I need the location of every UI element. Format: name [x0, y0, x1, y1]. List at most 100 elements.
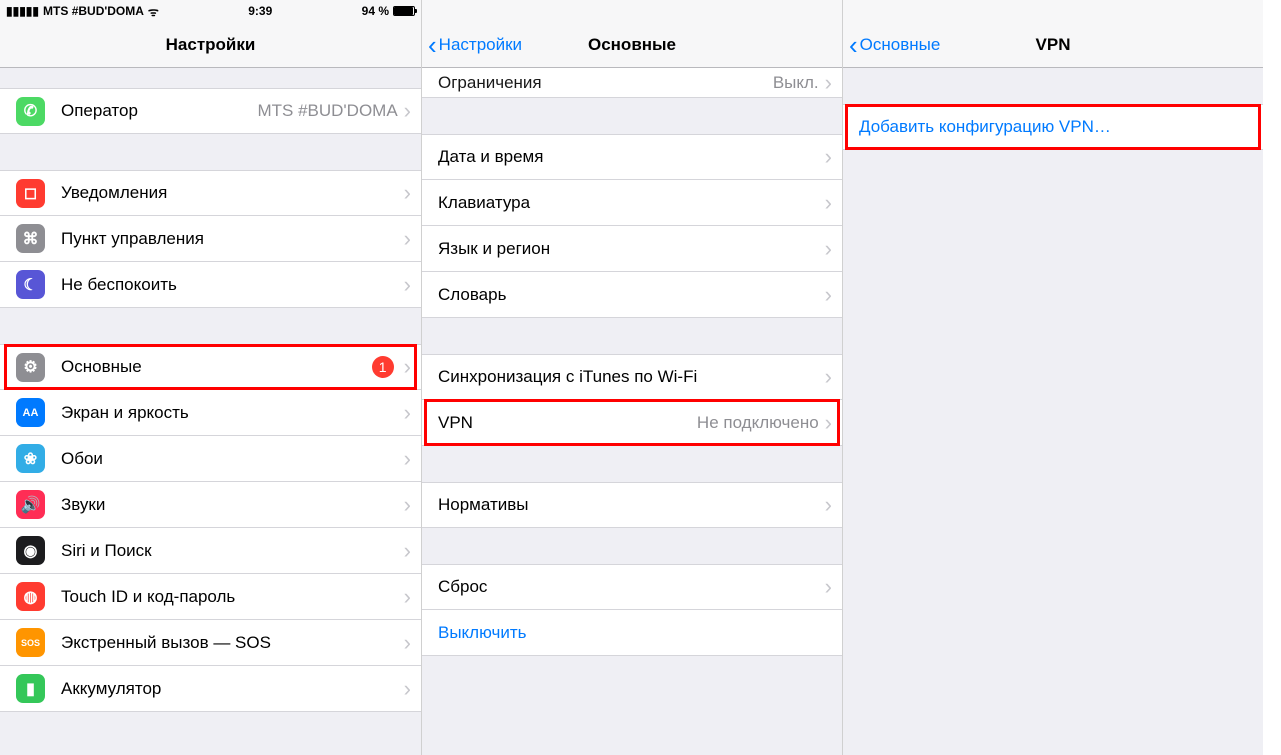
chevron-right-icon: › — [825, 70, 832, 96]
general-icon: ⚙ — [16, 353, 45, 382]
settings-row[interactable]: SOS Экстренный вызов — SOS› — [0, 620, 421, 666]
settings-row[interactable]: ☾ Не беспокоить› — [0, 262, 421, 308]
cell-label: Выключить — [438, 623, 832, 643]
settings-row[interactable]: AA Экран и яркость› — [0, 390, 421, 436]
phone-icon: ✆ — [16, 97, 45, 126]
settings-row[interactable]: VPNНе подключено › — [422, 400, 842, 446]
chevron-right-icon: › — [825, 492, 832, 518]
general-pane: ‹ Настройки Основные Ограничения Выкл. ›… — [421, 0, 842, 755]
chevron-right-icon: › — [825, 144, 832, 170]
settings-row[interactable]: 🔊 Звуки› — [0, 482, 421, 528]
signal-icon: ▮▮▮▮▮ — [6, 4, 39, 18]
battery-icon: ▮ — [16, 674, 45, 703]
settings-row[interactable]: ▮ Аккумулятор› — [0, 666, 421, 712]
vpn-pane: ‹ Основные VPN Добавить конфигурацию VPN… — [842, 0, 1263, 755]
settings-row[interactable]: ◻ Уведомления› — [0, 170, 421, 216]
cell-label: Синхронизация с iTunes по Wi-Fi — [438, 367, 825, 387]
settings-row[interactable]: Синхронизация с iTunes по Wi-Fi› — [422, 354, 842, 400]
chevron-right-icon: › — [404, 272, 411, 298]
chevron-right-icon: › — [404, 492, 411, 518]
carrier-text: MTS #BUD'DOMA — [43, 4, 144, 18]
clock: 9:39 — [159, 4, 362, 18]
display-icon: AA — [16, 398, 45, 427]
chevron-right-icon: › — [825, 574, 832, 600]
settings-row[interactable]: Сброс› — [422, 564, 842, 610]
battery-icon — [393, 6, 415, 16]
notification-badge: 1 — [372, 356, 394, 378]
cell-detail: Не подключено — [697, 413, 819, 433]
cell-label: Ограничения — [438, 73, 773, 93]
cell-label: Экстренный вызов — SOS — [61, 633, 404, 653]
cell-label: Не беспокоить — [61, 275, 404, 295]
settings-row[interactable]: Словарь› — [422, 272, 842, 318]
settings-row[interactable]: Выключить› — [422, 610, 842, 656]
cell-label: Обои — [61, 449, 404, 469]
settings-row[interactable]: Нормативы› — [422, 482, 842, 528]
status-bar: ▮▮▮▮▮ MTS #BUD'DOMA ᯤ 9:39 94 % — [0, 0, 421, 22]
row-restrictions-cut[interactable]: Ограничения Выкл. › — [422, 68, 842, 98]
chevron-right-icon: › — [404, 538, 411, 564]
chevron-right-icon: › — [825, 282, 832, 308]
chevron-right-icon: › — [825, 190, 832, 216]
sounds-icon: 🔊 — [16, 490, 45, 519]
cell-label: Словарь — [438, 285, 825, 305]
notifications-icon: ◻ — [16, 179, 45, 208]
nav-bar: ‹ Настройки Основные — [422, 22, 842, 68]
chevron-right-icon: › — [404, 446, 411, 472]
settings-row[interactable]: ❀ Обои› — [0, 436, 421, 482]
chevron-right-icon: › — [404, 630, 411, 656]
back-button[interactable]: ‹ Настройки — [422, 35, 522, 55]
page-title: Настройки — [0, 35, 421, 55]
settings-row[interactable]: Язык и регион› — [422, 226, 842, 272]
cell-label: Звуки — [61, 495, 404, 515]
wifi-icon: ᯤ — [148, 3, 159, 20]
back-label: Настройки — [439, 35, 522, 55]
control-center-icon: ⌘ — [16, 224, 45, 253]
wallpaper-icon: ❀ — [16, 444, 45, 473]
settings-row[interactable]: ⌘Пункт управления› — [0, 216, 421, 262]
chevron-right-icon: › — [404, 400, 411, 426]
battery-pct: 94 % — [362, 4, 389, 18]
nav-bar: Настройки — [0, 22, 421, 68]
chevron-right-icon: › — [825, 410, 832, 436]
back-label: Основные — [860, 35, 941, 55]
cell-label: Дата и время — [438, 147, 825, 167]
cell-label: Основные — [61, 357, 372, 377]
cell-label: Сброс — [438, 577, 825, 597]
chevron-right-icon: › — [404, 180, 411, 206]
settings-row[interactable]: ◍Touch ID и код-пароль› — [0, 574, 421, 620]
cell-label: Добавить конфигурацию VPN… — [859, 117, 1253, 137]
status-bar — [422, 0, 842, 22]
cell-label: Нормативы — [438, 495, 825, 515]
settings-row[interactable]: Дата и время› — [422, 134, 842, 180]
sos-icon: SOS — [16, 628, 45, 657]
siri-icon: ◉ — [16, 536, 45, 565]
cell-label: Язык и регион — [438, 239, 825, 259]
settings-row[interactable]: ✆ОператорMTS #BUD'DOMA› — [0, 88, 421, 134]
cell-label: Touch ID и код-пароль — [61, 587, 404, 607]
dnd-icon: ☾ — [16, 270, 45, 299]
chevron-right-icon: › — [404, 676, 411, 702]
cell-detail: Выкл. — [773, 73, 819, 93]
chevron-right-icon: › — [825, 236, 832, 262]
cell-label: Аккумулятор — [61, 679, 404, 699]
chevron-right-icon: › — [825, 364, 832, 390]
settings-row[interactable]: ⚙ Основные1 › — [0, 344, 421, 390]
nav-bar: ‹ Основные VPN — [843, 22, 1263, 68]
chevron-right-icon: › — [404, 98, 411, 124]
cell-label: Пункт управления — [61, 229, 404, 249]
chevron-right-icon: › — [404, 354, 411, 380]
back-button[interactable]: ‹ Основные — [843, 35, 940, 55]
settings-row[interactable]: ◉ Siri и Поиск› — [0, 528, 421, 574]
settings-row[interactable]: Клавиатура› — [422, 180, 842, 226]
cell-label: Оператор — [61, 101, 257, 121]
settings-row[interactable]: Добавить конфигурацию VPN…› — [843, 104, 1263, 150]
cell-label: Siri и Поиск — [61, 541, 404, 561]
cell-label: Клавиатура — [438, 193, 825, 213]
cell-label: Экран и яркость — [61, 403, 404, 423]
touchid-icon: ◍ — [16, 582, 45, 611]
settings-pane: ▮▮▮▮▮ MTS #BUD'DOMA ᯤ 9:39 94 % Настройк… — [0, 0, 421, 755]
cell-label: VPN — [438, 413, 697, 433]
status-bar — [843, 0, 1263, 22]
cell-label: Уведомления — [61, 183, 404, 203]
